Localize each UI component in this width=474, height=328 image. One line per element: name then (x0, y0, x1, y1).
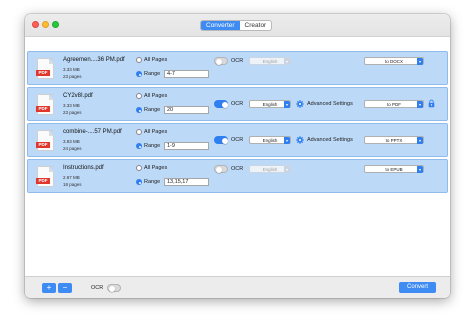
ocr-toggle[interactable] (214, 57, 228, 65)
ocr-language-select[interactable]: English ▾ (249, 136, 291, 144)
file-list: PDF Agreemen....36 PM.pdf 3.33 MB 23 pag… (25, 36, 450, 276)
gear-icon[interactable] (296, 100, 304, 108)
pdf-file-icon: PDF (36, 130, 54, 151)
range-label: Range (144, 143, 161, 149)
file-name: Agreemen....36 PM.pdf (63, 57, 125, 63)
ocr-toggle[interactable] (214, 136, 228, 144)
all-pages-label: All Pages (144, 93, 168, 99)
lock-icon[interactable] (428, 99, 435, 108)
all-pages-radio[interactable] (136, 165, 142, 171)
file-row-1[interactable]: PDF Agreemen....36 PM.pdf 3.33 MB 23 pag… (27, 51, 448, 85)
chevron-down-icon: ▾ (284, 137, 290, 144)
tab-creator[interactable]: Creator (240, 21, 272, 30)
gear-icon[interactable] (296, 136, 304, 144)
ocr-label: OCR (231, 137, 244, 143)
range-radio[interactable] (136, 179, 142, 185)
all-pages-label: All Pages (144, 57, 168, 63)
chevron-down-icon: ▾ (284, 101, 290, 108)
file-page-count: 23 pages (63, 110, 82, 115)
chevron-down-icon: ▾ (284, 166, 290, 173)
ocr-toggle[interactable] (214, 100, 228, 108)
ocr-label: OCR (231, 58, 244, 64)
all-pages-radio[interactable] (136, 93, 142, 99)
ocr-label: OCR (231, 166, 244, 172)
range-label: Range (144, 71, 161, 77)
ocr-language-select[interactable]: English ▾ (249, 165, 291, 173)
file-name: Instructions.pdf (63, 165, 104, 171)
chevron-down-icon: ▾ (284, 58, 290, 65)
file-page-count: 24 pages (63, 146, 82, 151)
mode-switcher: Converter Creator (200, 20, 273, 31)
range-label: Range (144, 179, 161, 185)
bottom-toolbar: + − OCR Convert (25, 276, 450, 298)
file-row-4[interactable]: PDF Instructions.pdf 2.97 MB 18 pages Al… (27, 159, 448, 193)
file-name: CY2v8I.pdf (63, 93, 93, 99)
file-size: 3.33 MB (63, 103, 80, 108)
ocr-language-select[interactable]: English ▾ (249, 100, 291, 108)
add-file-button[interactable]: + (42, 283, 56, 293)
all-pages-radio[interactable] (136, 57, 142, 63)
range-input[interactable]: 13,15,17 (164, 178, 209, 186)
ocr-toggle[interactable] (214, 165, 228, 173)
zoom-window-button[interactable] (52, 21, 59, 28)
range-radio[interactable] (136, 107, 142, 113)
output-format-select[interactable]: to DOCX ▾ (364, 57, 424, 65)
file-page-count: 18 pages (63, 182, 82, 187)
file-name: combine-....57 PM.pdf (63, 129, 122, 135)
range-input[interactable]: 4-7 (164, 70, 209, 78)
pdf-file-icon: PDF (36, 166, 54, 187)
chevron-down-icon: ▾ (417, 137, 423, 144)
minimize-window-button[interactable] (42, 21, 49, 28)
file-row-3[interactable]: PDF combine-....57 PM.pdf 3.93 MB 24 pag… (27, 123, 448, 157)
output-format-select[interactable]: to PPTX ▾ (364, 136, 424, 144)
tab-converter[interactable]: Converter (201, 21, 240, 30)
range-input[interactable]: 1-9 (164, 142, 209, 150)
range-radio[interactable] (136, 143, 142, 149)
file-page-count: 23 pages (63, 74, 82, 79)
file-size: 3.33 MB (63, 67, 80, 72)
ocr-label: OCR (231, 101, 244, 107)
all-pages-label: All Pages (144, 129, 168, 135)
file-size: 3.93 MB (63, 139, 80, 144)
title-bar: Converter Creator (25, 14, 450, 36)
output-format-select[interactable]: to EPUB ▾ (364, 165, 424, 173)
chevron-down-icon: ▾ (417, 101, 423, 108)
range-input[interactable]: 20 (164, 106, 209, 114)
chevron-down-icon: ▾ (417, 58, 423, 65)
range-radio[interactable] (136, 71, 142, 77)
advanced-settings-link[interactable]: Advanced Settings (307, 101, 353, 107)
chevron-down-icon: ▾ (417, 166, 423, 173)
ocr-language-select[interactable]: English ▾ (249, 57, 291, 65)
all-pages-radio[interactable] (136, 129, 142, 135)
pdf-file-icon: PDF (36, 94, 54, 115)
global-ocr-label: OCR (91, 285, 104, 291)
app-window: Converter Creator PDF Agreemen....36 PM.… (25, 14, 450, 298)
advanced-settings-link[interactable]: Advanced Settings (307, 137, 353, 143)
pdf-file-icon: PDF (36, 58, 54, 79)
convert-button[interactable]: Convert (399, 282, 436, 293)
range-label: Range (144, 107, 161, 113)
all-pages-label: All Pages (144, 165, 168, 171)
file-row-2[interactable]: PDF CY2v8I.pdf 3.33 MB 23 pages All Page… (27, 87, 448, 121)
remove-file-button[interactable]: − (58, 283, 72, 293)
global-ocr-toggle[interactable] (107, 284, 121, 292)
close-window-button[interactable] (32, 21, 39, 28)
output-format-select[interactable]: to PDF ▾ (364, 100, 424, 108)
file-size: 2.97 MB (63, 175, 80, 180)
